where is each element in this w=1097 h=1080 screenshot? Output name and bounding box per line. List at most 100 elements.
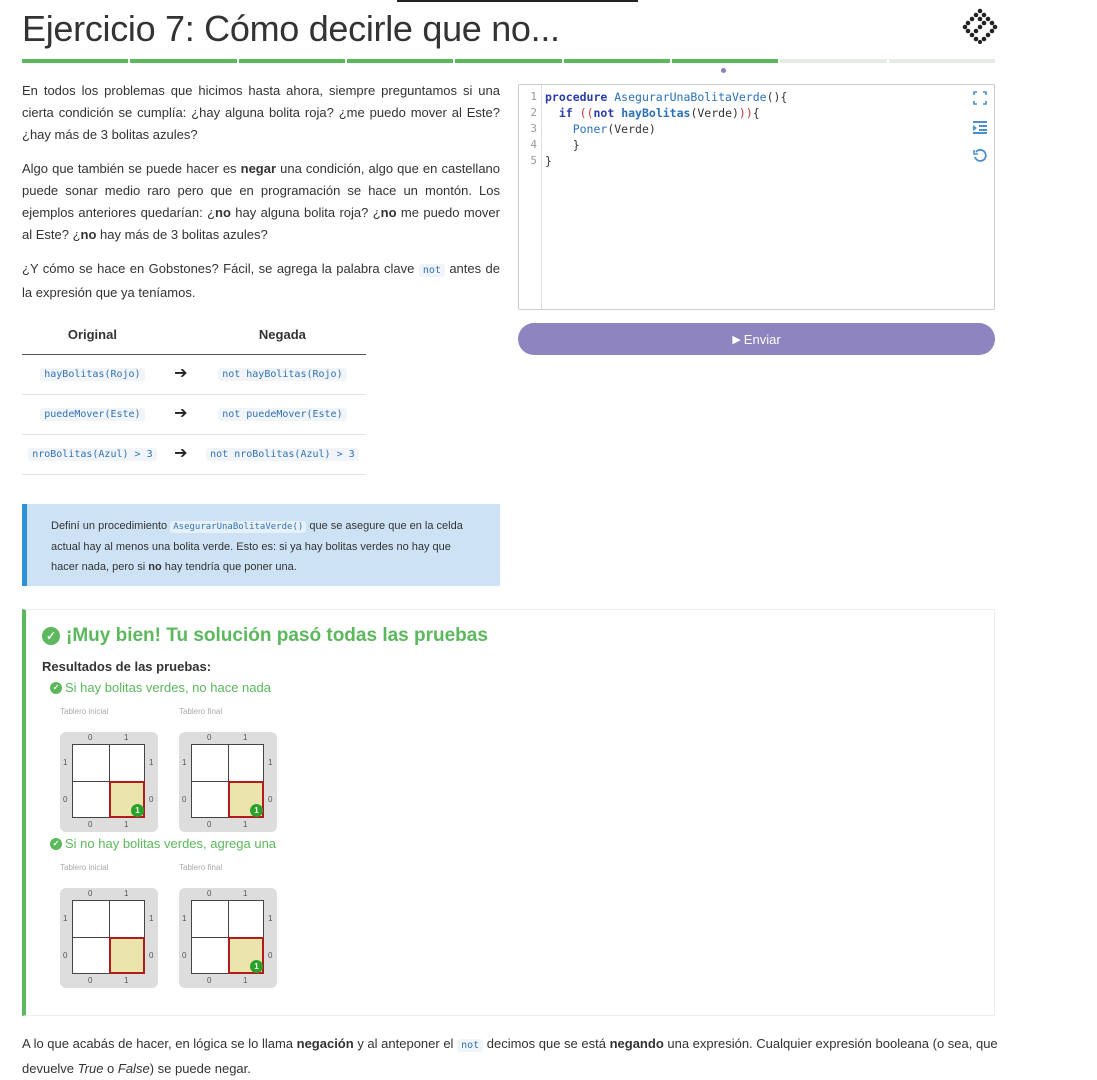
check-circle-icon: ✓ (42, 627, 60, 645)
progress-segment[interactable] (780, 59, 887, 63)
board-axis-label: 1 (124, 976, 129, 985)
board-axis-label: 0 (88, 820, 93, 829)
test-name: ✓ Si no hay bolitas verdes, agrega una (50, 836, 276, 851)
reset-icon[interactable] (972, 149, 988, 165)
results-title: ✓ ¡Muy bien! Tu solución pasó todas las … (42, 625, 488, 647)
progress-segment[interactable] (130, 59, 237, 63)
progress-segment[interactable] (346, 59, 454, 63)
board-axis-label: 1 (243, 733, 248, 742)
exercise-description: En todos los problemas que hicimos hasta… (22, 80, 500, 475)
table-row: nroBolitas(Azul) > 3 ➔ not nroBolitas(Az… (22, 434, 366, 475)
green-ball-counter: 1 (250, 960, 263, 973)
intro-paragraph-2: Algo que también se puede hacer es negar… (22, 161, 501, 242)
test-name: ✓ Si hay bolitas verdes, no hace nada (50, 680, 271, 695)
board-grid: 1 (191, 900, 264, 974)
column-header-negada: Negada (198, 318, 366, 355)
board-label-initial: Tablero inicial (60, 707, 109, 716)
board-axis-label: 0 (207, 733, 212, 742)
board-grid (72, 900, 145, 974)
intro-paragraph-1: En todos los problemas que hicimos hasta… (22, 83, 500, 142)
inline-code: not (418, 264, 445, 277)
board-axis-label: 1 (243, 976, 248, 985)
board-label-final: Tablero final (179, 863, 223, 872)
negation-table: Original Negada hayBolitas(Rojo) ➔ not h… (22, 318, 366, 475)
board-axis-label: 0 (149, 951, 154, 960)
green-ball-counter: 1 (250, 804, 263, 817)
negated-expression: not hayBolitas(Rojo) (218, 368, 347, 381)
board-initial: 0 1 0 1 1 0 1 0 (60, 888, 158, 988)
top-rule (397, 0, 638, 2)
board-axis-label: 1 (124, 733, 129, 742)
arrow-right-icon: ➔ (162, 434, 199, 475)
board-axis-label: 0 (207, 976, 212, 985)
fullscreen-icon[interactable] (972, 91, 988, 107)
table-row: hayBolitas(Rojo) ➔ not hayBolitas(Rojo) (22, 354, 366, 395)
table-row: puedeMover(Este) ➔ not puedeMover(Este) (22, 394, 366, 435)
board-axis-label: 1 (182, 914, 187, 923)
board-axis-label: 0 (88, 733, 93, 742)
board-axis-label: 1 (63, 758, 68, 767)
play-icon: ▶ (732, 333, 741, 346)
board-axis-label: 1 (149, 758, 154, 767)
intro-paragraph-3: ¿Y cómo se hace en Gobstones? Fácil, se … (22, 261, 500, 300)
progress-segment[interactable] (455, 59, 562, 63)
board-axis-label: 1 (63, 914, 68, 923)
board-label-final: Tablero final (179, 707, 223, 716)
board-axis-label: 0 (149, 795, 154, 804)
progress-segment[interactable] (888, 59, 995, 63)
code-text[interactable]: procedure AsegurarUnaBolitaVerde(){ if (… (545, 89, 787, 169)
check-circle-icon: ✓ (50, 681, 62, 694)
board-axis-label: 1 (124, 820, 129, 829)
board-label-initial: Tablero inicial (60, 863, 109, 872)
code-editor[interactable]: 1 2 3 4 5 procedure AsegurarUnaBolitaVer… (518, 84, 995, 310)
progress-segment[interactable] (22, 59, 129, 63)
progress-segment[interactable] (563, 59, 670, 63)
test-results-panel: ✓ ¡Muy bien! Tu solución pasó todas las … (22, 609, 995, 1016)
board-grid: 1 (72, 744, 145, 818)
progress-segment[interactable] (238, 59, 345, 63)
board-axis-label: 0 (207, 820, 212, 829)
board-axis-label: 0 (182, 951, 187, 960)
arrow-right-icon: ➔ (162, 394, 199, 435)
board-axis-label: 1 (182, 758, 187, 767)
board-head-cell (109, 937, 145, 974)
send-button-label: Enviar (743, 331, 781, 347)
board-initial: 010110101 (60, 732, 158, 832)
board-axis-label: 1 (149, 914, 154, 923)
board-axis-label: 1 (268, 758, 273, 767)
board-final: 010110101 (179, 732, 277, 832)
board-axis-label: 0 (182, 795, 187, 804)
inline-code: not (457, 1039, 484, 1052)
column-spacer (162, 318, 199, 355)
line-number-gutter: 1 2 3 4 5 (519, 85, 542, 309)
column-header-original: Original (22, 318, 163, 355)
inline-code: AsegurarUnaBolitaVerde() (170, 521, 307, 533)
arrow-right-icon: ➔ (162, 354, 199, 395)
check-circle-icon: ✓ (50, 837, 62, 850)
board-final: 010110101 (179, 888, 277, 988)
original-expression: nroBolitas(Azul) > 3 (28, 448, 157, 461)
send-button[interactable]: ▶ Enviar (518, 323, 995, 355)
board-head-cell: 1 (228, 937, 264, 974)
negated-expression: not puedeMover(Este) (218, 408, 347, 421)
exercise-progress-bar[interactable] (22, 59, 995, 63)
indent-icon[interactable] (972, 120, 988, 136)
board-axis-label: 1 (124, 889, 129, 898)
task-instructions: Definí un procedimiento AsegurarUnaBolit… (22, 504, 500, 586)
board-axis-label: 1 (243, 889, 248, 898)
board-axis-label: 0 (207, 889, 212, 898)
progress-segment[interactable] (671, 59, 779, 63)
board-head-cell: 1 (228, 781, 264, 818)
original-expression: hayBolitas(Rojo) (40, 368, 145, 381)
board-axis-label: 0 (88, 976, 93, 985)
closing-paragraph: A lo que acabás de hacer, en lógica se l… (22, 1036, 998, 1076)
negated-expression: not nroBolitas(Azul) > 3 (206, 448, 359, 461)
green-ball-counter: 1 (131, 804, 144, 817)
board-axis-label: 0 (63, 951, 68, 960)
results-subtitle: Resultados de las pruebas: (42, 659, 212, 674)
board-axis-label: 0 (88, 889, 93, 898)
original-expression: puedeMover(Este) (40, 408, 145, 421)
page-title: Ejercicio 7: Cómo decirle que no... (22, 8, 560, 49)
board-axis-label: 0 (63, 795, 68, 804)
board-head-cell: 1 (109, 781, 145, 818)
